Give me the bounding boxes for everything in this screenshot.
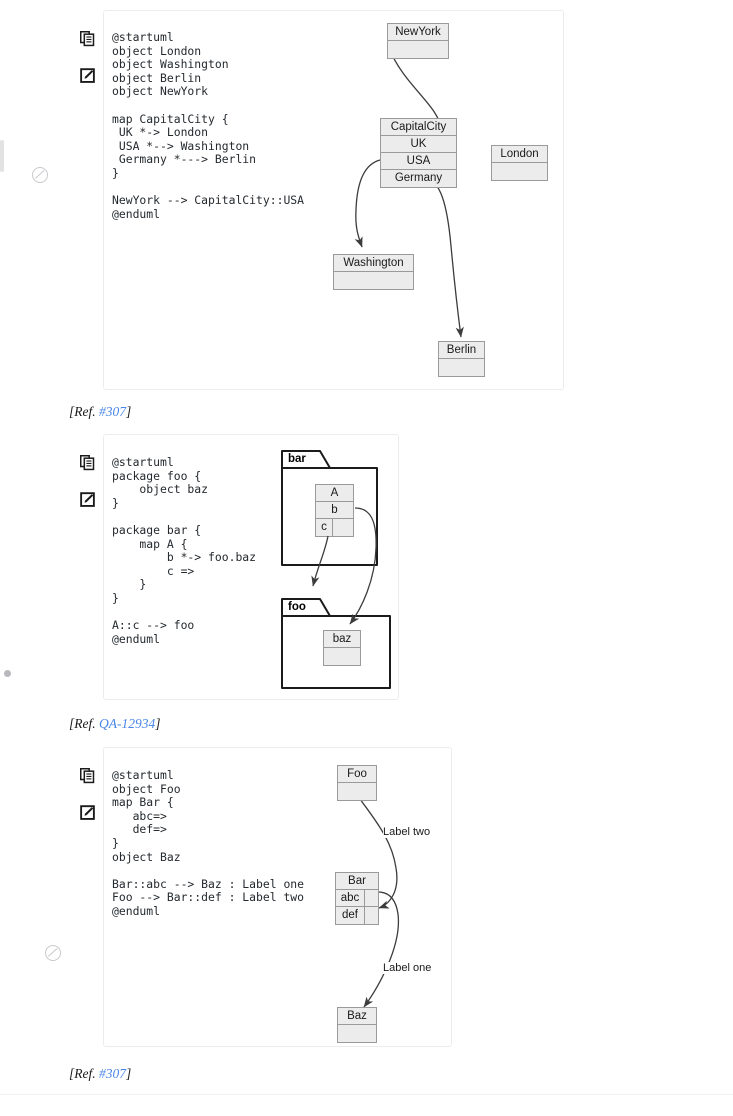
copy-icon[interactable] [80, 455, 95, 471]
example-2-diagram: bar foo A b c baz [280, 448, 400, 693]
node-bar[interactable]: Bar abc def [335, 872, 379, 925]
node-a[interactable]: A b c [315, 484, 354, 537]
example-2-ref: [Ref. QA-12934] [69, 716, 161, 732]
node-foo-title: Foo [338, 766, 376, 783]
theme-toggle-icon[interactable] [45, 945, 61, 961]
example-1-edges [354, 47, 464, 338]
map-row[interactable]: c [316, 519, 353, 536]
map-val-def [365, 907, 378, 924]
example-1: @startuml object London object Washingto… [0, 0, 733, 425]
map-row[interactable]: USA [381, 153, 456, 170]
node-foo-body [338, 783, 376, 800]
map-key-uk: UK [410, 138, 427, 150]
node-london-body [492, 163, 547, 180]
node-washington-title: Washington [334, 255, 413, 272]
node-berlin[interactable]: Berlin [438, 341, 485, 377]
node-bar-title: Bar [336, 873, 378, 890]
node-baz[interactable]: Baz [337, 1007, 377, 1043]
node-capitalcity[interactable]: CapitalCity UK USA Germany [380, 118, 457, 188]
map-row[interactable]: b [316, 502, 353, 519]
map-val-c [333, 519, 353, 536]
node-capitalcity-title: CapitalCity [381, 119, 456, 136]
ref-link[interactable]: #307 [99, 404, 126, 419]
map-key-c: c [316, 519, 333, 536]
node-baz[interactable]: baz [323, 630, 361, 666]
node-baz-title: baz [324, 631, 360, 648]
node-baz-body [338, 1025, 376, 1042]
map-row[interactable]: Germany [381, 170, 456, 187]
example-1-ref: [Ref. #307] [69, 404, 131, 420]
map-key-def: def [336, 907, 365, 924]
node-newyork-title: NewYork [388, 24, 448, 41]
example-3-diagram: Foo Bar abc def Baz Label two Label one [330, 758, 450, 1043]
node-newyork-body [388, 41, 448, 58]
map-key-abc: abc [336, 890, 365, 906]
node-a-title: A [316, 485, 353, 502]
ref-suffix: ] [155, 716, 161, 731]
map-row[interactable]: def [336, 907, 378, 924]
theme-toggle-icon[interactable] [32, 167, 48, 183]
node-berlin-body [439, 359, 484, 376]
map-val-abc [365, 890, 378, 906]
edit-icon[interactable] [80, 492, 95, 507]
node-washington-body [334, 272, 413, 289]
map-row[interactable]: abc [336, 890, 378, 907]
node-berlin-title: Berlin [439, 342, 484, 359]
ref-prefix: [Ref. [69, 404, 99, 419]
edit-icon[interactable] [80, 805, 95, 820]
example-3-ref: [Ref. #307] [69, 1066, 131, 1082]
map-key-b: b [331, 504, 338, 516]
node-london-title: London [492, 146, 547, 163]
bottom-divider [0, 1094, 733, 1095]
node-baz-title: Baz [338, 1008, 376, 1025]
copy-icon[interactable] [80, 31, 95, 47]
map-key-usa: USA [406, 155, 431, 167]
node-washington[interactable]: Washington [333, 254, 414, 290]
ref-suffix: ] [126, 1066, 132, 1081]
example-2-code[interactable]: @startuml package foo { object baz } pac… [112, 455, 256, 646]
package-foo-label: foo [288, 601, 306, 613]
ref-prefix: [Ref. [69, 716, 99, 731]
map-key-germany: Germany [394, 172, 443, 184]
package-bar-label: bar [288, 453, 306, 465]
map-row[interactable]: UK [381, 136, 456, 153]
node-newyork[interactable]: NewYork [387, 23, 449, 59]
example-3-code[interactable]: @startuml object Foo map Bar { abc=> def… [112, 768, 304, 919]
ref-suffix: ] [126, 404, 132, 419]
ref-link[interactable]: QA-12934 [99, 716, 155, 731]
ref-link[interactable]: #307 [99, 1066, 126, 1081]
ref-prefix: [Ref. [69, 1066, 99, 1081]
copy-icon[interactable] [80, 768, 95, 784]
edge-label-one: Label one [383, 962, 432, 974]
example-1-code[interactable]: @startuml object London object Washingto… [112, 30, 304, 221]
edge-label-two: Label two [383, 826, 431, 838]
node-foo[interactable]: Foo [337, 765, 377, 801]
node-london[interactable]: London [491, 145, 548, 181]
page-marker-dot [4, 670, 11, 677]
node-baz-body [324, 648, 360, 665]
example-1-diagram: NewYork CapitalCity UK USA Germany Londo… [330, 14, 560, 379]
edit-icon[interactable] [80, 68, 95, 83]
